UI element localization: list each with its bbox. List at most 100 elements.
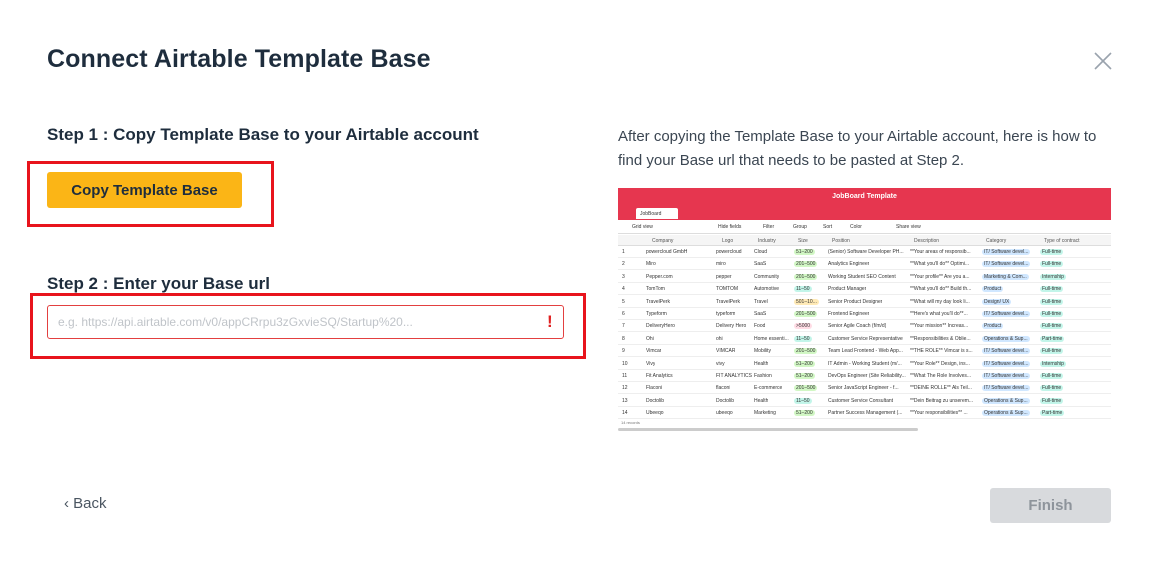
table-cell: Travel: [754, 298, 768, 305]
page-title: Connect Airtable Template Base: [47, 45, 431, 73]
table-cell: 11–50: [794, 335, 812, 342]
table-cell: Ohi: [646, 335, 654, 342]
table-cell: Team Lead Frontend - Web App...: [828, 348, 903, 355]
table-cell: 3: [622, 273, 625, 280]
finish-button[interactable]: Finish: [990, 488, 1111, 523]
table-cell: Doctolib: [716, 397, 735, 404]
table-cell: 11: [622, 373, 628, 379]
table-cell: Partner Success Management (...: [828, 410, 903, 417]
table-cell: **Your responsibilities** ...: [910, 410, 968, 417]
table-row: 12 Flaconi flaconi E-commerce 201–500 Senior …: [618, 382, 1111, 395]
table-cell: IT/ Software devel...: [982, 261, 1031, 268]
table-cell: flaconi: [716, 385, 731, 392]
table-cell: ubeeqo: [716, 410, 733, 417]
table-cell: TravelPerk: [716, 298, 740, 305]
base-url-input[interactable]: [47, 305, 564, 339]
table-cell: Automotive: [754, 286, 780, 293]
table-cell: IT/ Software devel...: [982, 249, 1031, 255]
table-cell: Full-time: [1040, 261, 1064, 268]
table-cell: 4: [622, 286, 625, 293]
copy-template-button[interactable]: Copy Template Base: [47, 172, 242, 208]
table-cell: 2: [622, 261, 625, 268]
table-cell: 12: [622, 385, 628, 392]
table-cell: Design/ UX: [982, 298, 1012, 305]
table-cell: IT/ Software devel...: [982, 373, 1031, 379]
airtable-example-screenshot: JobBoard Template JobBoard Grid view Hid…: [618, 188, 1111, 432]
table-cell: pepper: [716, 273, 732, 280]
table-cell: powercloud: [716, 249, 742, 255]
table-row: 14 Ubeeqo ubeeqo Marketing 51–200 Partner Suc…: [618, 407, 1111, 420]
back-button[interactable]: ‹ Back: [64, 495, 107, 512]
table-cell: Home essenti...: [754, 335, 789, 342]
table-cell: Fashion: [754, 373, 772, 379]
table-cell: 201–500: [794, 311, 818, 317]
table-cell: 7: [622, 323, 625, 330]
table-cell: Mobility: [754, 348, 771, 355]
step2-heading: Step 2 : Enter your Base url: [47, 274, 270, 293]
table-cell: Operations & Sup...: [982, 335, 1030, 342]
table-cell: Operations & Sup...: [982, 410, 1030, 417]
table-cell: E-commerce: [754, 385, 783, 392]
table-row: 3 Pepper.com pepper Community 201–500 Working…: [618, 271, 1111, 283]
error-icon: !: [547, 312, 553, 331]
table-cell: 14: [622, 410, 628, 417]
table-cell: **Dein Beitrag zu unserem...: [910, 397, 974, 404]
table-cell: 9: [622, 348, 625, 355]
table-cell: Full-time: [1040, 323, 1064, 330]
table-cell: 6: [622, 311, 625, 317]
table-cell: Health: [754, 397, 769, 404]
table-row: 11 Fit Analytics FIT ANALYTICS Fashion 51–20…: [618, 370, 1111, 382]
table-cell: 51–200: [794, 373, 815, 379]
table-cell: 201–500: [794, 273, 818, 280]
table-cell: Full-time: [1040, 311, 1064, 317]
table-cell: **Your areas of responsib...: [910, 249, 971, 255]
airtable-toolbar: Grid view Hide fields Filter Group Sort …: [618, 220, 1111, 234]
table-cell: Food: [754, 323, 766, 330]
table-cell: TomTom: [646, 286, 665, 293]
table-cell: Part-time: [1040, 410, 1065, 417]
table-cell: ohi: [716, 335, 723, 342]
table-cell: Miro: [646, 261, 656, 268]
table-cell: Full-time: [1040, 397, 1064, 404]
table-cell: 13: [622, 397, 628, 404]
table-cell: Cloud: [754, 249, 768, 255]
table-cell: Working Student SEO Content: [828, 273, 896, 280]
table-cell: Community: [754, 273, 780, 280]
table-cell: **What you'll do** Optimi...: [910, 261, 970, 268]
table-cell: Product: [982, 286, 1004, 293]
table-cell: Senior Agile Coach (f/m/d): [828, 323, 887, 330]
table-cell: 51–200: [794, 249, 815, 255]
table-row: 4 TomTom TOMTOM Automotive 11–50 Product Mana…: [618, 283, 1111, 296]
toolbar-item: Color: [850, 224, 862, 230]
instruction-text: After copying the Template Base to your …: [618, 128, 1097, 169]
table-cell: **DEINE ROLLE** Als Teil...: [910, 385, 972, 392]
table-cell: Analytics Engineer: [828, 261, 870, 268]
toolbar-item: Filter: [763, 224, 775, 230]
table-cell: IT/ Software devel...: [982, 311, 1031, 317]
table-cell: Marketing: [754, 410, 776, 417]
records-count: 14 records: [621, 420, 640, 425]
table-cell: typeform: [716, 311, 736, 317]
table-cell: Senior Product Designer: [828, 298, 883, 305]
table-cell: Internship: [1040, 273, 1066, 280]
airtable-tabbar: [618, 207, 1111, 220]
table-cell: 11–50: [794, 286, 812, 293]
table-cell: Typeform: [646, 311, 667, 317]
table-row: 10 Vivy vivy Health 51–200 IT Admin - Working…: [618, 358, 1111, 370]
table-row: 1 powercloud GmbH powercloud Cloud 51–200 (Se…: [618, 246, 1111, 258]
table-cell: >5000: [794, 323, 813, 330]
table-cell: **Your mission** Increas...: [910, 323, 969, 330]
table-cell: Full-time: [1040, 298, 1064, 305]
table-cell: 5: [622, 298, 625, 305]
table-cell: Marketing & Com...: [982, 273, 1029, 280]
column-header: Company: [652, 238, 674, 244]
table-cell: **Your profile** Are you a...: [910, 273, 970, 280]
table-cell: 8: [622, 335, 625, 342]
table-cell: Delivery Hero: [716, 323, 747, 330]
table-cell: Health: [754, 360, 769, 367]
table-cell: 51–200: [794, 410, 815, 417]
table-cell: vivy: [716, 360, 725, 367]
table-cell: 51–200: [794, 360, 815, 367]
close-icon[interactable]: [1092, 50, 1114, 72]
table-cell: FIT ANALYTICS: [716, 373, 752, 379]
